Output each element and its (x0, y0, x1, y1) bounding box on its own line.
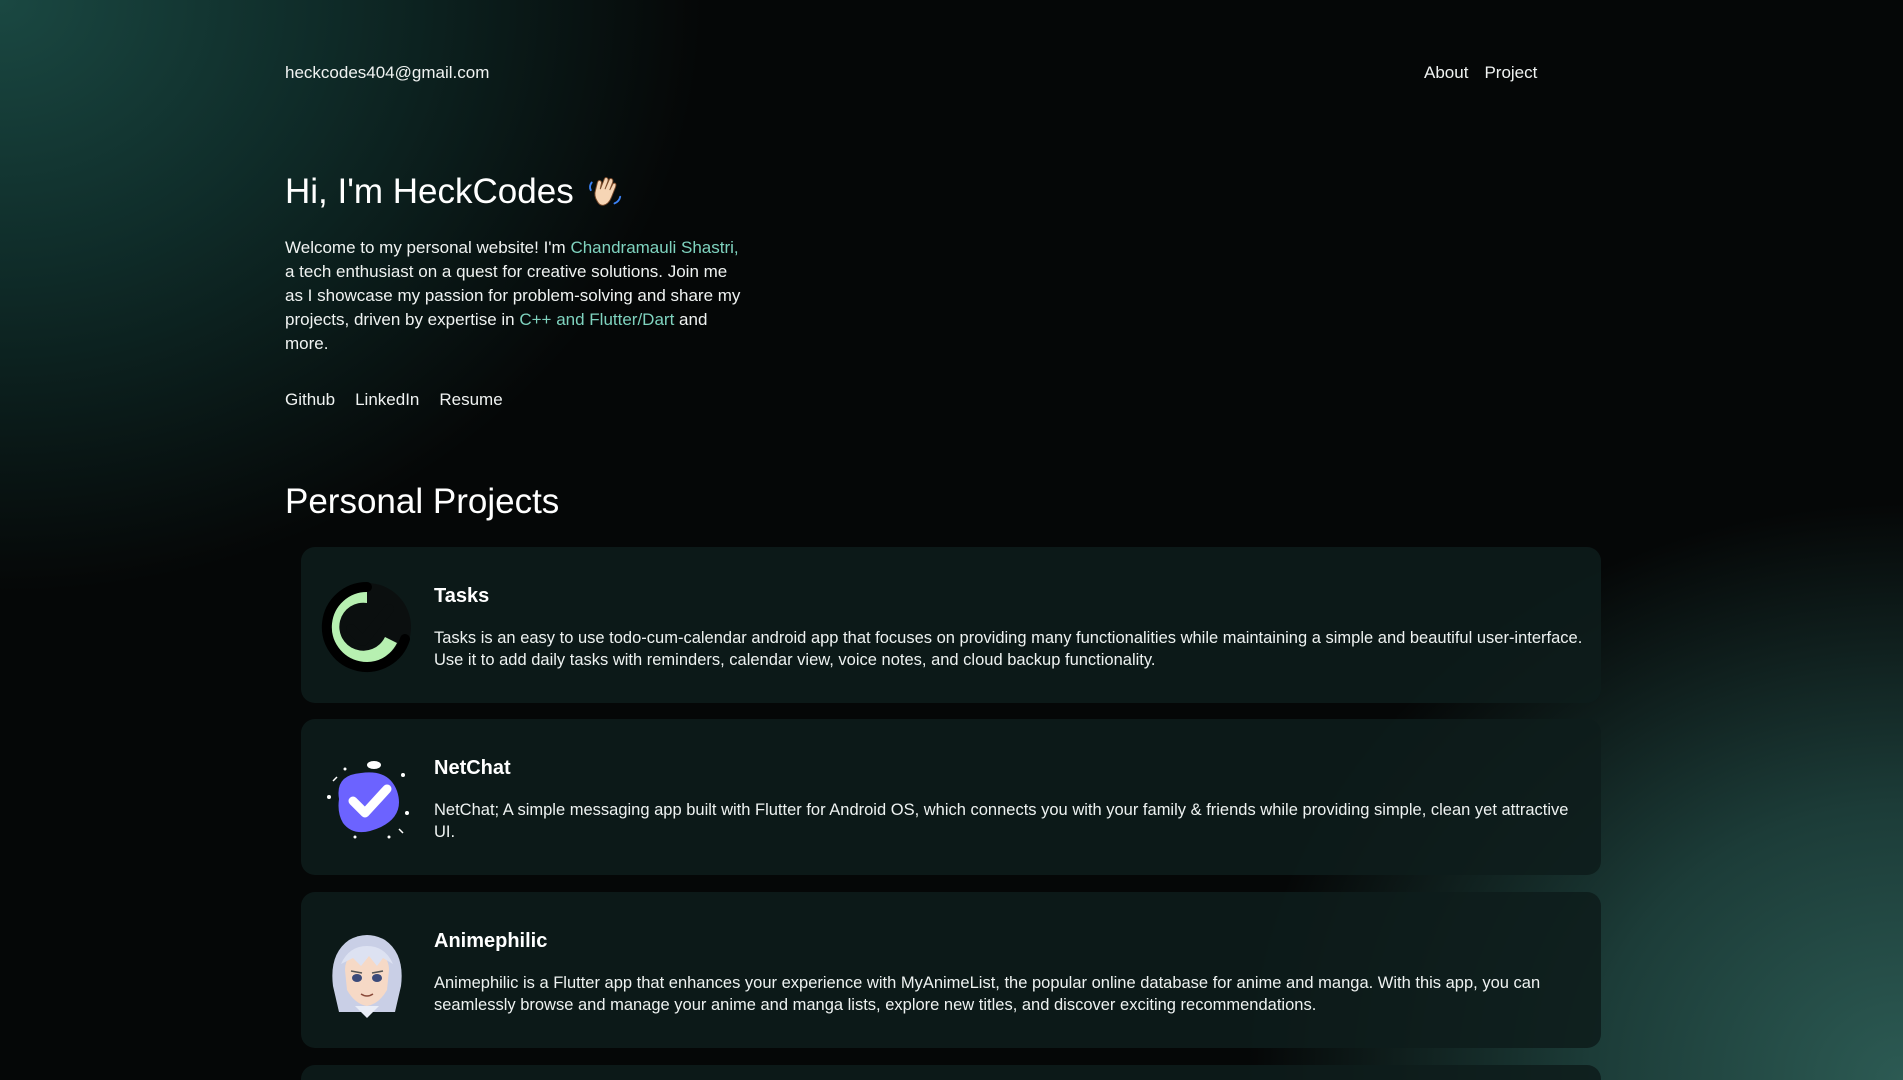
project-title[interactable]: NetChat (434, 757, 511, 780)
intro-paragraph: Welcome to my personal website! I'm Chan… (285, 236, 745, 356)
anime-avatar-icon (332, 935, 402, 1018)
hero-title: Hi, I'm HeckCodes (285, 172, 624, 212)
project-description: Animephilic is a Flutter app that enhanc… (434, 974, 1541, 1014)
social-links: Github LinkedIn Resume (285, 390, 503, 410)
project-description: Tasks is an easy to use todo-cum-calenda… (434, 629, 1583, 669)
intro-skills-highlight: C++ and Flutter/Dart (519, 310, 675, 329)
projects-section-title: Personal Projects (285, 482, 560, 521)
linkedin-link[interactable]: LinkedIn (355, 390, 419, 410)
project-card-next[interactable] (301, 1065, 1601, 1080)
project-title[interactable]: Animephilic (434, 930, 547, 953)
top-nav: About Project (1424, 63, 1537, 83)
intro-name-highlight: Chandramauli Shastri, (570, 238, 739, 257)
nav-project[interactable]: Project (1484, 63, 1537, 83)
resume-link[interactable]: Resume (439, 390, 502, 410)
nav-about[interactable]: About (1424, 63, 1468, 83)
project-title[interactable]: Tasks (434, 585, 489, 608)
project-card-netchat[interactable]: NetChat NetChat; A simple messaging app … (301, 719, 1601, 875)
page: heckcodes404@gmail.com About Project Hi,… (0, 0, 1903, 1080)
project-description: NetChat; A simple messaging app built wi… (434, 801, 1569, 841)
project-card-tasks[interactable]: Tasks Tasks is an easy to use todo-cum-c… (301, 547, 1601, 703)
tasks-checkmark-icon (321, 581, 411, 672)
project-card-animephilic[interactable]: Animephilic Animephilic is a Flutter app… (301, 892, 1601, 1048)
intro-text-1: Welcome to my personal website! I'm (285, 238, 571, 257)
netchat-check-blob-icon (327, 761, 409, 839)
hero-title-text: Hi, I'm HeckCodes (285, 172, 574, 211)
github-link[interactable]: Github (285, 390, 335, 410)
email-link[interactable]: heckcodes404@gmail.com (285, 63, 489, 83)
waving-hand-icon (588, 177, 621, 206)
